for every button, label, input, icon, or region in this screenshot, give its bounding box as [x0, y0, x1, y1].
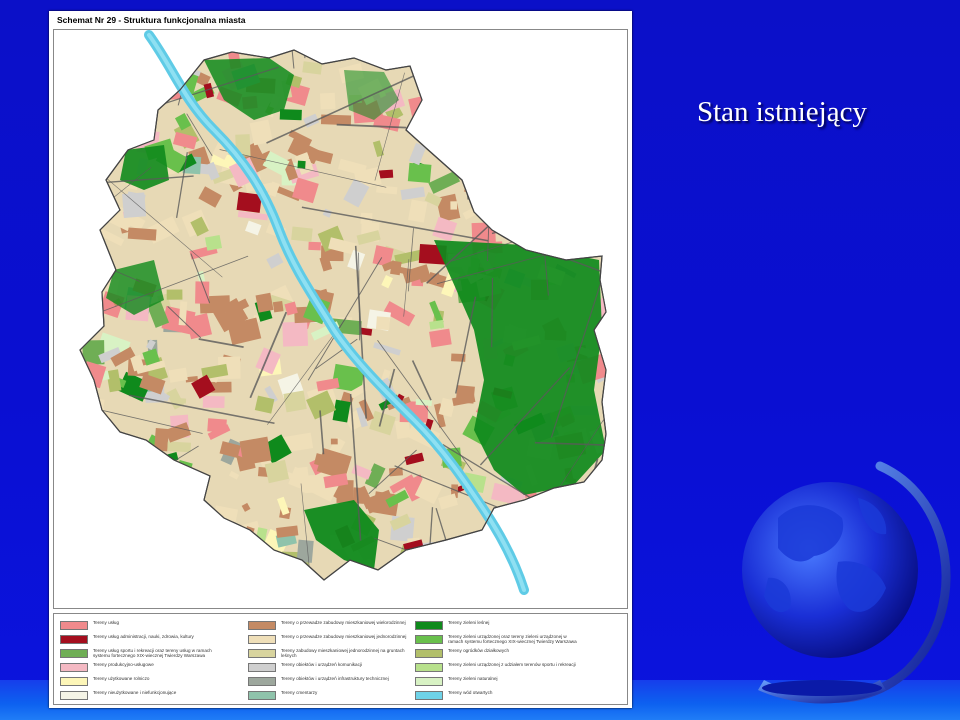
legend-swatch [248, 691, 276, 700]
legend-item: Tereny użytkowane rolniczo [60, 676, 228, 690]
legend-label: Tereny usług sportu i rekreacji oraz ter… [93, 648, 212, 659]
legend-swatch [248, 621, 276, 630]
legend-swatch [415, 621, 443, 630]
legend-swatch [248, 677, 276, 686]
legend-swatch [248, 663, 276, 672]
legend-item: Tereny ogródków działkowych [415, 648, 583, 662]
legend-item: Tereny usług sportu i rekreacji oraz ter… [60, 648, 228, 662]
legend-swatch [60, 691, 88, 700]
legend-swatch [60, 621, 88, 630]
legend-label: Tereny zabudowy mieszkaniowej jednorodzi… [281, 648, 405, 659]
legend-label: Tereny zieleni leśnej [448, 620, 490, 625]
map-title: Schemat Nr 29 - Struktura funkcjonalna m… [57, 15, 246, 25]
legend-label: Tereny produkcyjno-usługowe [93, 662, 154, 667]
globe-icon [738, 458, 960, 706]
legend-label: Tereny usług [93, 620, 120, 625]
slide-title: Stan istniejący [697, 96, 867, 128]
legend-item: Tereny usług [60, 620, 228, 634]
legend-label: Tereny o przewadze zabudowy mieszkaniowe… [281, 634, 407, 639]
legend-label: Tereny nieużytkowane i niefunkcjonujące [93, 690, 177, 695]
legend-label: Tereny usług administracji, nauki, zdrow… [93, 634, 194, 639]
legend-label: Tereny zieleni urządzonej oraz tereny zi… [448, 634, 577, 645]
legend-swatch [60, 677, 88, 686]
legend-item: Tereny zieleni urządzonej oraz tereny zi… [415, 634, 583, 648]
legend-item: Tereny zieleni naturalnej [415, 676, 583, 690]
map-frame[interactable] [53, 29, 628, 609]
legend-item: Tereny o przewadze zabudowy mieszkaniowe… [248, 620, 416, 634]
legend-item: Tereny obiektów i urządzeń komunikacji [248, 662, 416, 676]
legend-item: Tereny obiektów i urządzeń infrastruktur… [248, 676, 416, 690]
legend-label: Tereny cmentarzy [281, 690, 318, 695]
legend-item: Tereny produkcyjno-usługowe [60, 662, 228, 676]
legend-swatch [248, 635, 276, 644]
legend-swatch [60, 663, 88, 672]
legend-label: Tereny zieleni naturalnej [448, 676, 498, 681]
legend-item: Tereny zabudowy mieszkaniowej jednorodzi… [248, 648, 416, 662]
legend-item: Tereny cmentarzy [248, 690, 416, 704]
legend-item: Tereny nieużytkowane i niefunkcjonujące [60, 690, 228, 704]
map-sheet: Schemat Nr 29 - Struktura funkcjonalna m… [49, 11, 632, 708]
legend-label: Tereny o przewadze zabudowy mieszkaniowe… [281, 620, 406, 625]
legend-swatch [248, 649, 276, 658]
legend-label: Tereny użytkowane rolniczo [93, 676, 150, 681]
legend-label: Tereny wód otwartych [448, 690, 493, 695]
legend-swatch [60, 649, 88, 658]
legend-swatch [415, 677, 443, 686]
legend-swatch [415, 691, 443, 700]
legend-item: Tereny o przewadze zabudowy mieszkaniowe… [248, 634, 416, 648]
legend-label: Tereny zieleni urządzonej z udziałem ter… [448, 662, 576, 667]
legend-item: Tereny zieleni leśnej [415, 620, 583, 634]
city-functional-map[interactable] [54, 30, 627, 608]
legend-label: Tereny obiektów i urządzeń komunikacji [281, 662, 362, 667]
legend-item: Tereny wód otwartych [415, 690, 583, 704]
map-legend: Tereny usług Tereny usług administracji, … [53, 613, 628, 705]
legend-swatch [415, 635, 443, 644]
legend-label: Tereny ogródków działkowych [448, 648, 510, 653]
legend-item: Tereny usług administracji, nauki, zdrow… [60, 634, 228, 648]
legend-label: Tereny obiektów i urządzeń infrastruktur… [281, 676, 389, 681]
legend-swatch [415, 663, 443, 672]
legend-swatch [415, 649, 443, 658]
legend-swatch [60, 635, 88, 644]
legend-item: Tereny zieleni urządzonej z udziałem ter… [415, 662, 583, 676]
